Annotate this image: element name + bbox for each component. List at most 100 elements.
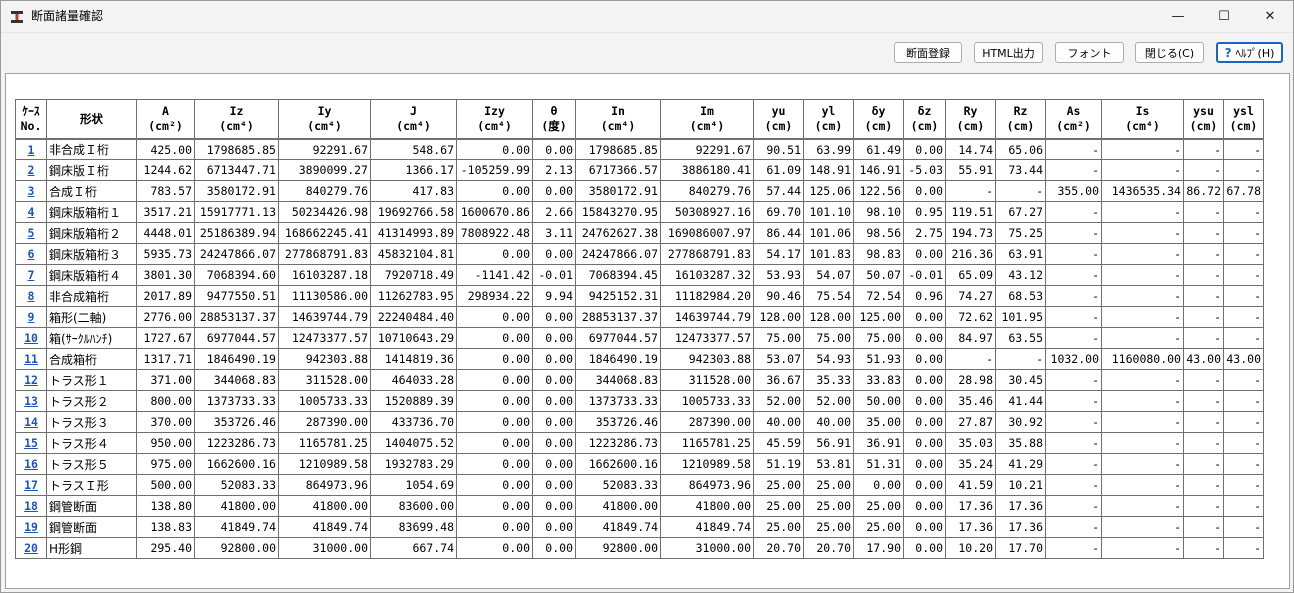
column-header-unit: (cm⁴) [1125,119,1160,133]
table-row: 17 トラスＩ形 500.00 52083.33 864973.96 1054.69 0.0… [15,475,1264,496]
column-header-unit: (cm⁴) [219,119,254,133]
value-cell: 0.00 [533,391,576,412]
table-row: 9 箱形(二軸) 2776.00 28853137.37 14639744.79 2224… [15,307,1264,328]
column-header-unit: (cm²) [1056,119,1091,133]
value-cell: 24762627.38 [576,223,661,244]
value-cell: 0.00 [904,181,946,202]
value-cell: 0.00 [457,349,533,370]
table-row: 15 トラス形４ 950.00 1223286.73 1165781.25 1404075… [15,433,1264,454]
value-cell: - [1046,286,1102,307]
value-cell: 25.00 [754,517,804,538]
case-number-cell: 8 [15,286,47,307]
value-cell: - [1102,160,1184,181]
title-bar[interactable]: 断面諸量確認 — ☐ ✕ [1,1,1293,32]
value-cell: 433736.70 [371,412,457,433]
case-number-link[interactable]: 7 [28,268,35,282]
value-cell: 30.45 [996,370,1046,391]
value-cell: 63.91 [996,244,1046,265]
value-cell: 25.00 [804,517,854,538]
value-cell: - [1046,475,1102,496]
case-number-link[interactable]: 10 [24,331,38,345]
value-cell: 1165781.25 [279,433,371,454]
value-cell: 0.00 [533,517,576,538]
value-cell: 1032.00 [1046,349,1102,370]
value-cell: 1798685.85 [195,139,279,160]
value-cell: -1141.42 [457,265,533,286]
case-number-link[interactable]: 12 [24,373,38,387]
value-cell: 15917771.13 [195,202,279,223]
table-row: 14 トラス形３ 370.00 353726.46 287390.00 433736.70… [15,412,1264,433]
case-number-cell: 19 [15,517,47,538]
case-number-cell: 11 [15,349,47,370]
case-number-link[interactable]: 8 [28,289,35,303]
value-cell: 1600670.86 [457,202,533,223]
value-cell: -0.01 [533,265,576,286]
register-section-button[interactable]: 断面登録 [894,42,962,63]
minimize-button[interactable]: — [1155,1,1201,32]
value-cell: 84.97 [946,328,996,349]
value-cell: - [1184,454,1224,475]
value-cell: 840279.76 [661,181,754,202]
value-cell: 277868791.83 [661,244,754,265]
case-number-link[interactable]: 2 [28,163,35,177]
value-cell: 0.00 [533,328,576,349]
case-number-link[interactable]: 13 [24,394,38,408]
value-cell: 6977044.57 [576,328,661,349]
results-panel[interactable]: ｹｰｽ No. 形状 A (cm²) Iz (cm⁴) Iy (cm⁴) J (cm⁴) Izy (cm… [5,73,1290,589]
value-cell: - [1184,391,1224,412]
column-header: ysl (cm) [1224,99,1264,139]
value-cell: 1210989.58 [279,454,371,475]
table-row: 16 トラス形５ 975.00 1662600.16 1210989.58 1932783… [15,454,1264,475]
value-cell: - [1046,244,1102,265]
value-cell: 122.56 [854,181,904,202]
case-number-link[interactable]: 17 [24,478,38,492]
value-cell: 11130586.00 [279,286,371,307]
case-number-link[interactable]: 3 [28,184,35,198]
value-cell: - [996,349,1046,370]
value-cell: 0.00 [904,475,946,496]
close-window-button[interactable]: ✕ [1247,1,1293,32]
value-cell: 942303.88 [661,349,754,370]
case-number-link[interactable]: 4 [28,205,35,219]
column-header: 形状 [47,99,137,139]
value-cell: 0.00 [533,307,576,328]
case-number-link[interactable]: 11 [24,352,38,366]
value-cell: 54.17 [754,244,804,265]
case-number-link[interactable]: 5 [28,226,35,240]
maximize-button[interactable]: ☐ [1201,1,1247,32]
case-number-link[interactable]: 15 [24,436,38,450]
help-button[interactable]: ? ﾍﾙﾌﾟ(H) [1216,42,1283,63]
table-row: 18 鋼管断面 138.80 41800.00 41800.00 83600.00 0.00… [15,496,1264,517]
value-cell: 41849.74 [576,517,661,538]
column-header-unit: (度) [541,119,567,133]
value-cell: - [1224,538,1264,559]
value-cell: - [1046,160,1102,181]
case-number-link[interactable]: 1 [28,143,35,157]
value-cell: 0.00 [904,391,946,412]
value-cell: 0.00 [854,475,904,496]
value-cell: - [1224,496,1264,517]
value-cell: 63.55 [996,328,1046,349]
case-number-link[interactable]: 19 [24,520,38,534]
case-number-link[interactable]: 18 [24,499,38,513]
value-cell: 0.00 [457,454,533,475]
case-number-link[interactable]: 20 [24,541,38,555]
value-cell: - [1046,433,1102,454]
value-cell: 17.36 [996,517,1046,538]
html-output-button[interactable]: HTML出力 [974,42,1043,63]
font-button[interactable]: フォント [1055,42,1124,63]
value-cell: 0.00 [904,349,946,370]
case-number-link[interactable]: 14 [24,415,38,429]
table-row: 3 合成Ｉ桁 783.57 3580172.91 840279.76 417.83 0.00… [15,181,1264,202]
close-button[interactable]: 閉じる(C) [1135,42,1204,63]
value-cell: 27.87 [946,412,996,433]
table-row: 6 鋼床版箱桁３ 5935.73 24247866.07 277868791.83 458… [15,244,1264,265]
column-header-title: Ry [963,104,978,118]
case-number-link[interactable]: 16 [24,457,38,471]
column-header-title: J [410,104,417,118]
table-row: 2 鋼床版Ｉ桁 1244.62 6713447.71 3890099.27 1366.17… [15,160,1264,181]
value-cell: 54.07 [804,265,854,286]
case-number-link[interactable]: 9 [28,310,35,324]
shape-cell: 鋼床版箱桁４ [47,265,137,286]
case-number-link[interactable]: 6 [28,247,35,261]
